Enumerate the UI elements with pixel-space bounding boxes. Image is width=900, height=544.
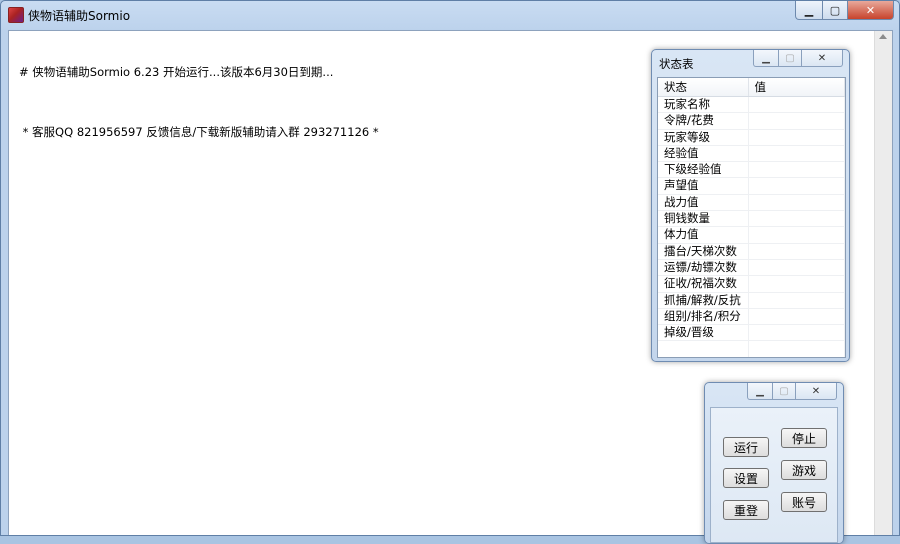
empty-row xyxy=(658,341,845,357)
status-label: 抓捕/解救/反抗 xyxy=(658,293,749,308)
status-rows: 玩家名称令牌/花费玩家等级经验值下级经验值声望值战力值铜钱数量体力值擂台/天梯次… xyxy=(658,97,845,358)
status-list[interactable]: 状态 值 玩家名称令牌/花费玩家等级经验值下级经验值声望值战力值铜钱数量体力值擂… xyxy=(657,77,846,358)
game-button[interactable]: 游戏 xyxy=(781,460,827,480)
title-bar[interactable]: 侠物语辅助Sormio ▁ ▢ ✕ xyxy=(1,1,899,28)
stop-button[interactable]: 停止 xyxy=(781,428,827,448)
control-panel-maximize-button: ▢ xyxy=(773,383,796,400)
status-value xyxy=(749,162,845,177)
status-value xyxy=(749,178,845,193)
status-panel-maximize-button: ▢ xyxy=(779,50,802,67)
status-panel-close-button[interactable]: ✕ xyxy=(802,50,843,67)
table-row[interactable]: 运镖/劫镖次数 xyxy=(658,260,845,276)
status-value xyxy=(749,244,845,259)
control-panel-body: 运行 停止 设置 游戏 重登 账号 xyxy=(710,407,838,543)
status-value xyxy=(749,130,845,145)
status-value xyxy=(749,97,845,112)
status-label: 下级经验值 xyxy=(658,162,749,177)
status-list-header: 状态 值 xyxy=(658,78,845,97)
status-panel-title: 状态表 xyxy=(659,56,694,72)
status-label: 声望值 xyxy=(658,178,749,193)
empty-cell xyxy=(658,341,749,356)
status-label: 铜钱数量 xyxy=(658,211,749,226)
status-label: 擂台/天梯次数 xyxy=(658,244,749,259)
status-panel-minimize-button[interactable]: ▁ xyxy=(753,50,779,67)
maximize-button[interactable]: ▢ xyxy=(823,1,848,20)
table-row[interactable]: 擂台/天梯次数 xyxy=(658,244,845,260)
account-button[interactable]: 账号 xyxy=(781,492,827,512)
table-row[interactable]: 声望值 xyxy=(658,178,845,194)
status-panel-caption-buttons: ▁ ▢ ✕ xyxy=(753,50,843,67)
close-icon: ✕ xyxy=(866,4,875,17)
column-header-value[interactable]: 值 xyxy=(749,78,845,96)
vertical-scrollbar[interactable] xyxy=(874,31,892,535)
minimize-icon: ▁ xyxy=(756,386,764,397)
status-value xyxy=(749,325,845,340)
relogin-button[interactable]: 重登 xyxy=(723,500,769,520)
table-row[interactable]: 掉级/晋级 xyxy=(658,325,845,341)
column-header-status[interactable]: 状态 xyxy=(658,78,749,96)
status-panel-window: 状态表 ▁ ▢ ✕ 状态 值 玩家名称令牌/花费玩家等级经验值下级经验值声望值战… xyxy=(651,49,850,362)
table-row[interactable]: 抓捕/解救/反抗 xyxy=(658,293,845,309)
table-row[interactable]: 战力值 xyxy=(658,195,845,211)
control-panel-window: ▁ ▢ ✕ 运行 停止 设置 游戏 重登 账号 xyxy=(704,382,844,544)
table-row[interactable]: 征收/祝福次数 xyxy=(658,276,845,292)
status-value xyxy=(749,146,845,161)
app-icon xyxy=(8,7,24,23)
table-row[interactable]: 经验值 xyxy=(658,146,845,162)
control-panel-minimize-button[interactable]: ▁ xyxy=(747,383,773,400)
status-value xyxy=(749,113,845,128)
log-text: # 侠物语辅助Sormio 6.23 开始运行...该版本6月30日到期... … xyxy=(19,37,379,185)
table-row[interactable]: 铜钱数量 xyxy=(658,211,845,227)
table-row[interactable]: 下级经验值 xyxy=(658,162,845,178)
control-panel-close-button[interactable]: ✕ xyxy=(796,383,837,400)
maximize-icon: ▢ xyxy=(830,4,840,17)
maximize-icon: ▢ xyxy=(785,53,794,64)
status-value xyxy=(749,211,845,226)
settings-button[interactable]: 设置 xyxy=(723,468,769,488)
close-icon: ✕ xyxy=(812,386,820,397)
status-label: 战力值 xyxy=(658,195,749,210)
close-button[interactable]: ✕ xyxy=(848,1,894,20)
log-line: # 侠物语辅助Sormio 6.23 开始运行...该版本6月30日到期... xyxy=(19,65,379,79)
status-label: 令牌/花费 xyxy=(658,113,749,128)
status-value xyxy=(749,276,845,291)
status-label: 经验值 xyxy=(658,146,749,161)
close-icon: ✕ xyxy=(818,53,826,64)
log-line: * 客服QQ 821956597 反馈信息/下载新版辅助请入群 29327112… xyxy=(19,125,379,139)
status-value xyxy=(749,309,845,324)
status-label: 征收/祝福次数 xyxy=(658,276,749,291)
window-title: 侠物语辅助Sormio xyxy=(28,7,130,24)
minimize-icon: ▁ xyxy=(805,4,813,17)
status-value xyxy=(749,195,845,210)
run-button[interactable]: 运行 xyxy=(723,437,769,457)
minimize-icon: ▁ xyxy=(762,53,770,64)
status-label: 玩家等级 xyxy=(658,130,749,145)
control-panel-caption-buttons: ▁ ▢ ✕ xyxy=(747,383,837,400)
status-label: 掉级/晋级 xyxy=(658,325,749,340)
minimize-button[interactable]: ▁ xyxy=(795,1,823,20)
status-label: 玩家名称 xyxy=(658,97,749,112)
empty-cell xyxy=(749,341,845,356)
status-value xyxy=(749,260,845,275)
table-row[interactable]: 体力值 xyxy=(658,227,845,243)
caption-buttons: ▁ ▢ ✕ xyxy=(795,1,894,20)
status-value xyxy=(749,227,845,242)
scroll-up-arrow-icon[interactable] xyxy=(879,34,887,39)
table-row[interactable]: 令牌/花费 xyxy=(658,113,845,129)
status-label: 运镖/劫镖次数 xyxy=(658,260,749,275)
status-label: 组别/排名/积分 xyxy=(658,309,749,324)
table-row[interactable]: 玩家等级 xyxy=(658,130,845,146)
maximize-icon: ▢ xyxy=(779,386,788,397)
table-row[interactable]: 玩家名称 xyxy=(658,97,845,113)
status-label: 体力值 xyxy=(658,227,749,242)
table-row[interactable]: 组别/排名/积分 xyxy=(658,309,845,325)
status-value xyxy=(749,293,845,308)
